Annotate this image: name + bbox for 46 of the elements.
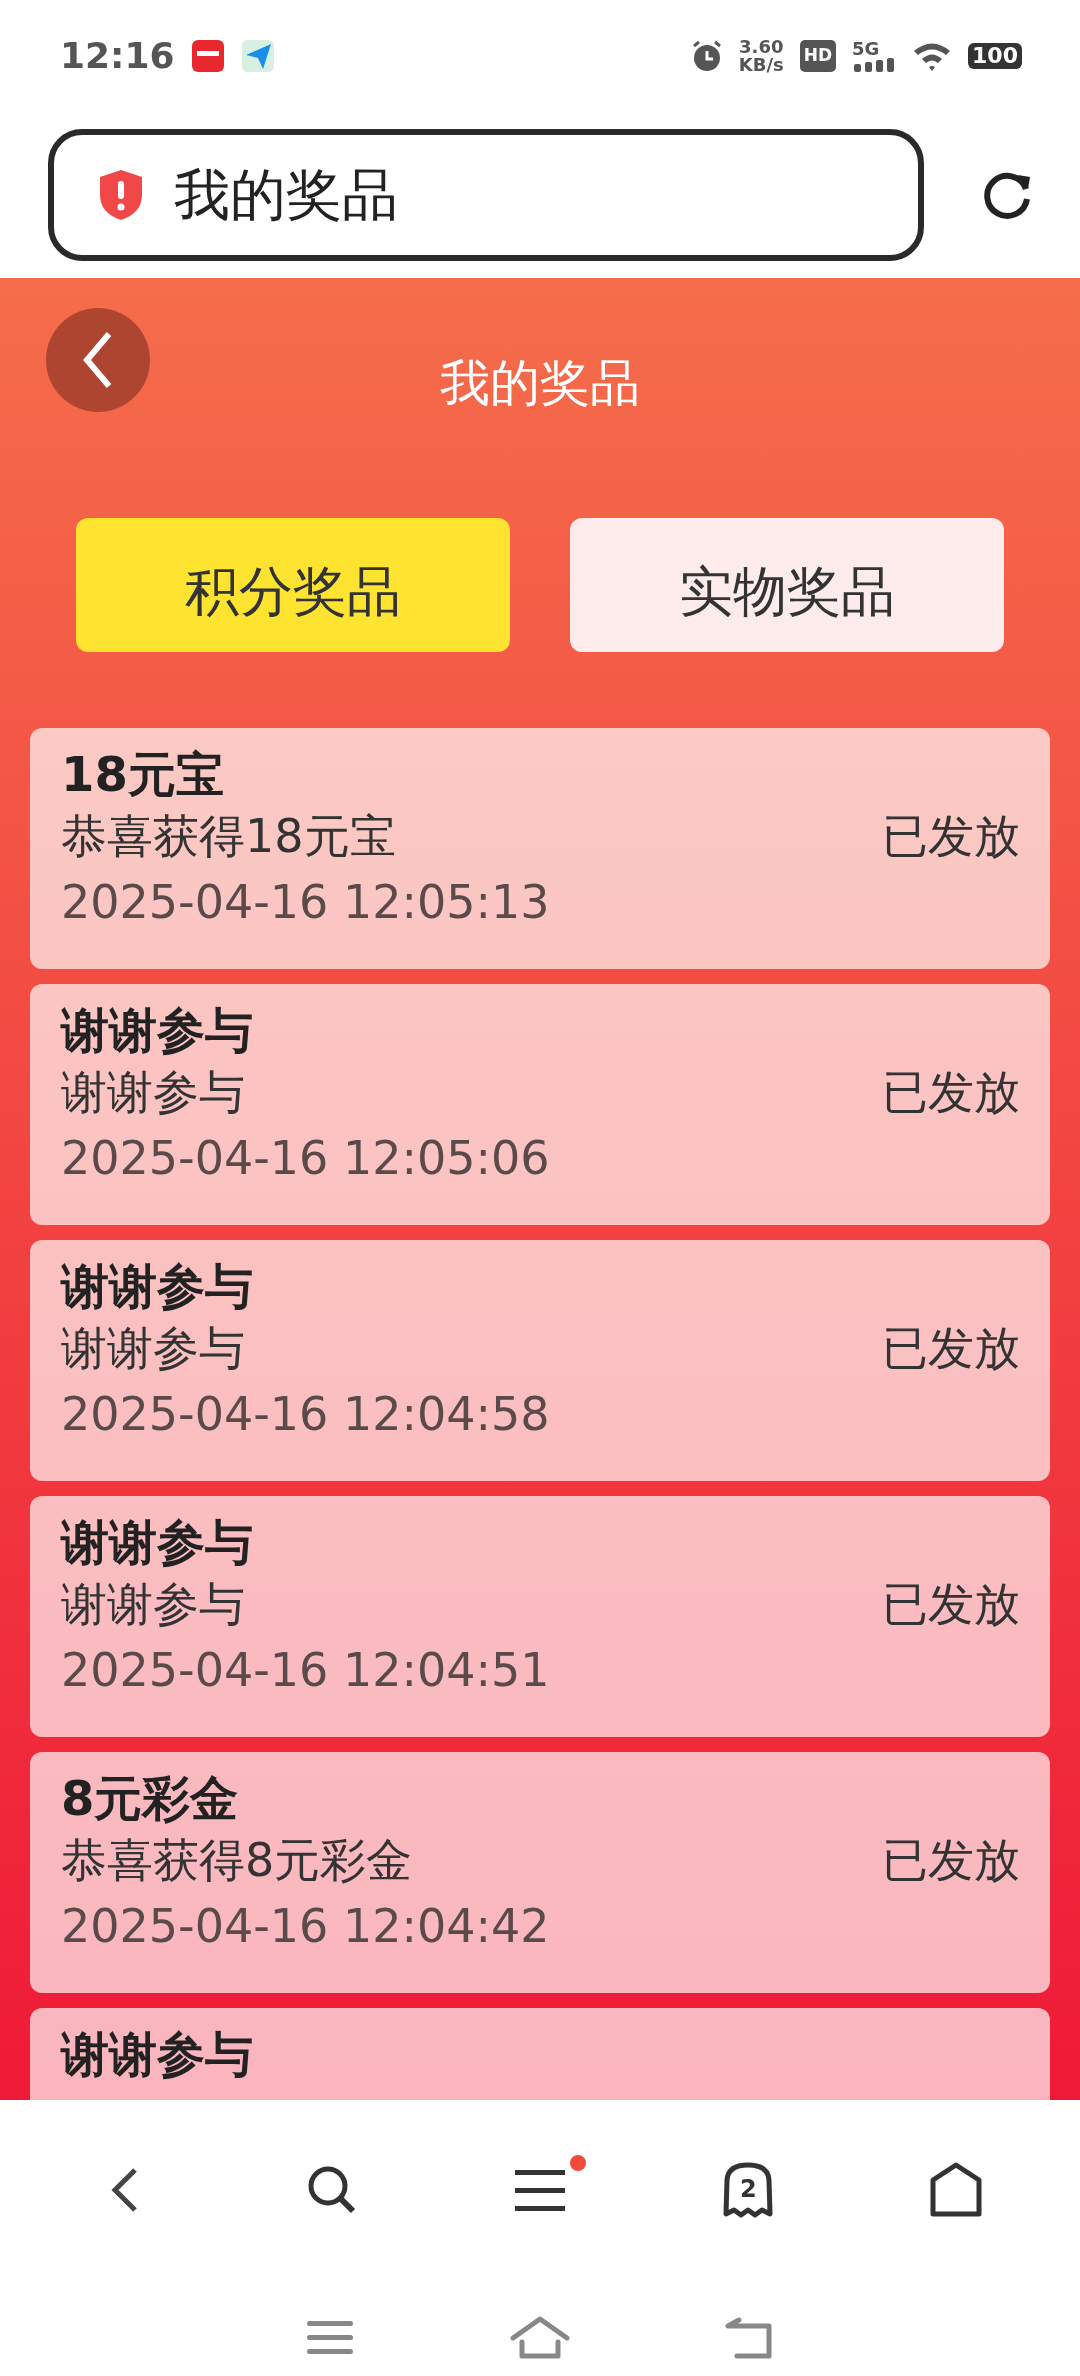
prize-description: 谢谢参与 [61,1064,245,1121]
signal-icon [852,58,897,72]
prize-time: 2025-04-16 12:05:06 [61,1131,550,1186]
prize-status: 已发放 [882,1832,1020,1889]
paper-plane-icon [240,39,275,73]
tab-count: 2 [740,2174,757,2205]
page-title: 我的奖品 [174,161,398,229]
hd-indicator: HD [799,40,837,72]
search-icon [306,2164,358,2216]
prize-time: 2025-04-16 12:04:58 [61,1387,550,1442]
prize-time: 2025-04-16 12:05:13 [61,875,550,930]
prize-title: 谢谢参与 [61,1001,253,1060]
network-type: 5G [852,40,880,58]
prize-title: 谢谢参与 [61,1513,253,1572]
tab[interactable]: 积分奖品 [76,518,510,652]
alarm-icon [690,40,723,72]
prize-description: 恭喜获得8元彩金 [61,1832,413,1889]
prize-status: 已发放 [882,1576,1020,1633]
tab[interactable]: 实物奖品 [570,518,1004,652]
tabs-button[interactable]: 2 [644,2145,852,2235]
prize-title: 谢谢参与 [61,2025,253,2084]
prize-description: 恭喜获得18元宝 [61,808,396,865]
prize-time: 2025-04-16 12:04:42 [61,1899,550,1954]
address-bar[interactable]: 我的奖品 [48,129,924,261]
menu-icon [307,2319,353,2357]
battery-level: 100 [968,42,1022,70]
prize-title: 18元宝 [61,745,224,804]
net-speed: 3.60 [738,38,784,56]
menu-icon [515,2168,565,2212]
tabs-icon [722,2162,774,2218]
prize-title: 8元彩金 [61,1769,239,1828]
prize-status: 已发放 [882,808,1020,865]
back-icon [109,2166,139,2214]
shield-alert-icon [98,169,144,221]
app-notification-icon [190,39,225,73]
prize-title: 谢谢参与 [61,1257,253,1316]
prize-status: 已发放 [882,1320,1020,1377]
prize-description: 谢谢参与 [61,1576,245,1633]
prize-description: 谢谢参与 [61,1320,245,1377]
prize-status: 已发放 [882,1064,1020,1121]
net-speed-unit: KB/s [738,56,784,74]
status-time: 12:16 [60,34,175,78]
home-icon [510,2316,570,2360]
prize-time: 2025-04-16 12:04:51 [61,1643,550,1698]
header-title: 我的奖品 [440,353,640,414]
home-icon [930,2162,982,2218]
